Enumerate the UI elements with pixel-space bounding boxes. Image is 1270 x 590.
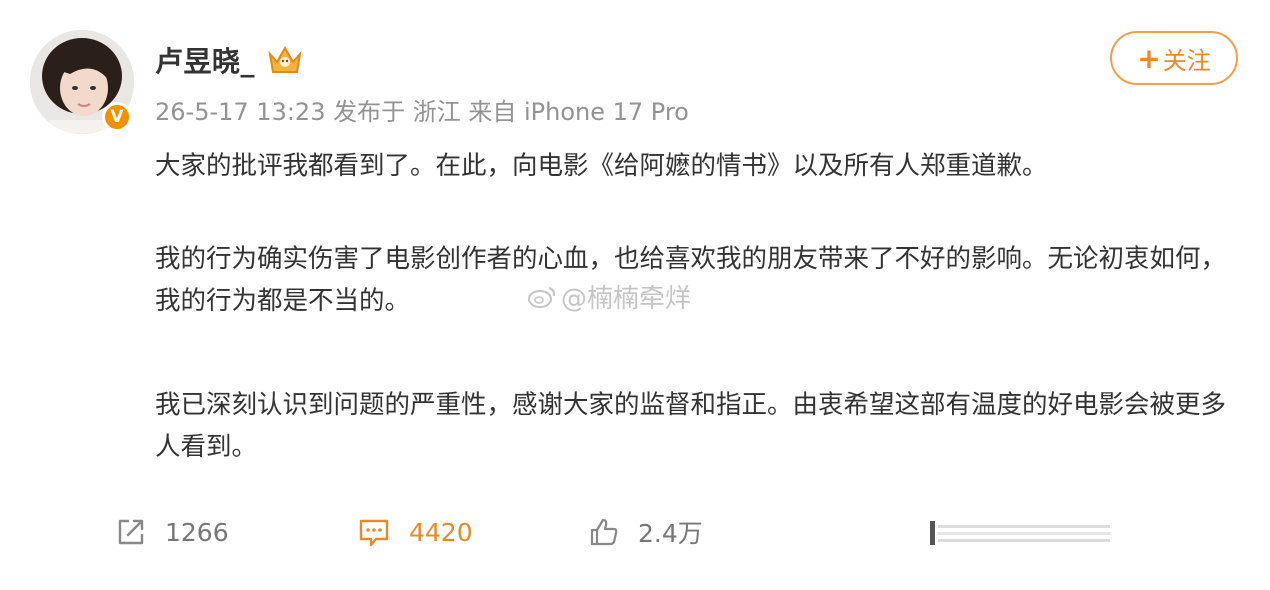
repost-count: 1266 xyxy=(165,517,229,547)
watermark: @楠楠牵烊 xyxy=(527,278,691,315)
comment-count: 4420 xyxy=(409,517,473,547)
username[interactable]: 卢昱晓_ xyxy=(155,40,255,80)
crown-badge-icon xyxy=(268,45,302,73)
like-button[interactable]: 2.4万 xyxy=(588,510,703,554)
plus-icon: + xyxy=(1137,41,1161,75)
post-paragraph-2: 我的行为确实伤害了电影创作者的心血，也给喜欢我的朋友带来了不好的影响。无论初衷如… xyxy=(155,244,1227,316)
post-paragraph-1: 大家的批评我都看到了。在此，向电影《给阿嬷的情书》以及所有人郑重道歉。 xyxy=(155,151,1048,181)
post-paragraph-3: 我已深刻认识到问题的严重性，感谢大家的监督和指正。由衷希望这部有温度的好电影会被… xyxy=(155,390,1227,462)
repost-icon xyxy=(118,519,144,545)
repost-button[interactable]: 1266 xyxy=(115,510,229,554)
thumbs-up-icon xyxy=(590,518,618,546)
comment-button[interactable]: 4420 xyxy=(357,510,473,554)
more-indicator-icon xyxy=(930,521,1110,545)
like-count: 2.4万 xyxy=(638,519,703,548)
weibo-logo-icon xyxy=(528,286,556,308)
watermark-text: @楠楠牵烊 xyxy=(561,284,692,314)
post-meta: 26-5-17 13:23 发布于 浙江 来自 iPhone 17 Pro xyxy=(155,98,689,126)
verified-badge-icon: V xyxy=(102,102,132,132)
comment-icon xyxy=(359,519,389,547)
follow-button[interactable]: + 关注 xyxy=(1110,31,1238,85)
follow-label: 关注 xyxy=(1162,46,1211,75)
